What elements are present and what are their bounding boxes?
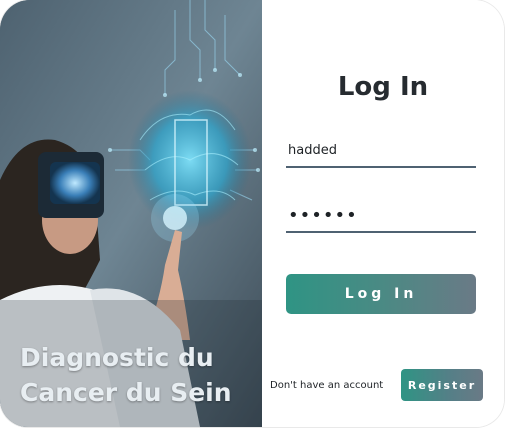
page-title: Log In [337, 72, 429, 102]
hero-caption: Diagnostic du Cancer du Sein [20, 340, 260, 410]
username-input[interactable] [286, 134, 476, 168]
hero-caption-line2: Cancer du Sein [20, 378, 232, 407]
hero-caption-line1: Diagnostic du [20, 343, 214, 372]
register-button[interactable]: Register [401, 369, 483, 401]
login-window: Diagnostic du Cancer du Sein Log In Log … [0, 0, 504, 427]
account-prompt: Don't have an account [270, 380, 384, 391]
login-form-panel: Log In Log In Don't have an account Regi… [262, 0, 504, 427]
password-input[interactable] [286, 199, 476, 233]
login-button[interactable]: Log In [286, 274, 476, 314]
hero-image-panel: Diagnostic du Cancer du Sein [0, 0, 262, 427]
